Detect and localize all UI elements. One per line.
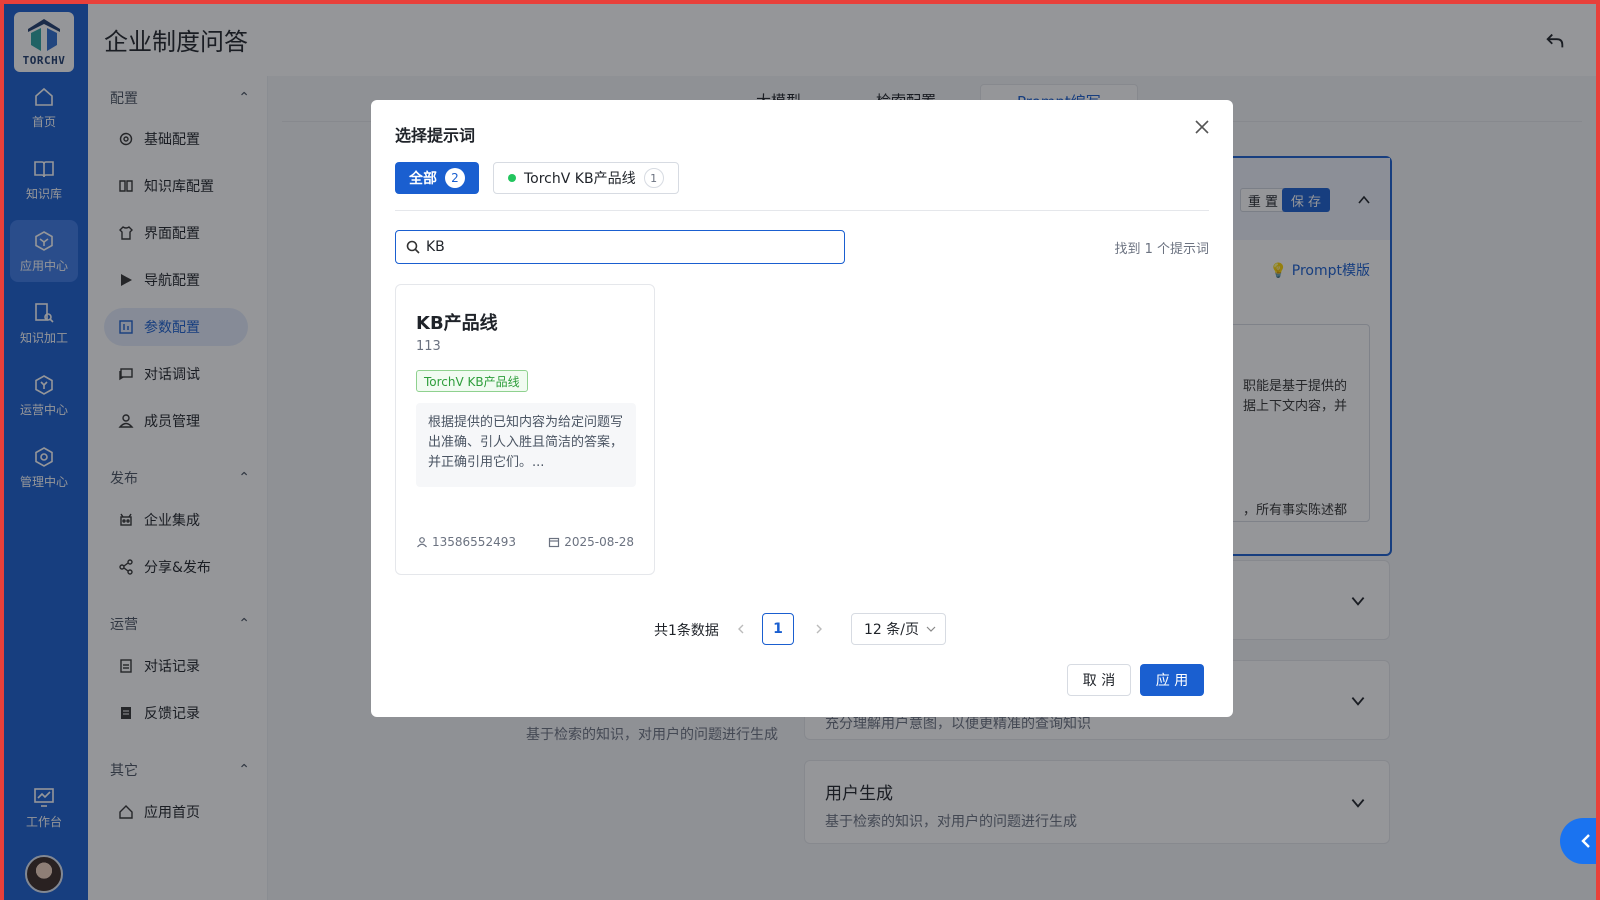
apply-button[interactable]: 应 用 (1140, 664, 1204, 696)
prompt-card[interactable]: KB产品线 113 TorchV KB产品线 根据提供的已知内容为给定问题写出准… (395, 284, 655, 575)
card-tag: TorchV KB产品线 (416, 370, 528, 392)
chevron-right-icon[interactable] (811, 621, 827, 637)
collapse-float-button[interactable] (1560, 818, 1600, 864)
pagination-total: 共1条数据 (654, 623, 719, 639)
cancel-button[interactable]: 取 消 (1067, 664, 1131, 696)
card-author: 13586552493 (416, 535, 516, 549)
page-size-select[interactable]: 12 条/页 (851, 613, 946, 645)
filter-chip-all[interactable]: 全部 2 (395, 162, 479, 194)
divider (395, 210, 1209, 211)
close-icon[interactable] (1193, 118, 1211, 136)
card-date: 2025-08-28 (548, 535, 634, 549)
search-input[interactable] (426, 239, 826, 255)
filter-chip-torchv-kb[interactable]: TorchV KB产品线 1 (493, 162, 679, 194)
chevron-down-icon (926, 626, 936, 632)
search-icon (406, 240, 420, 254)
pagination: 共1条数据 1 12 条/页 (371, 613, 1233, 645)
count-badge: 2 (445, 168, 465, 188)
page-number-current[interactable]: 1 (762, 613, 794, 645)
calendar-icon (549, 537, 560, 548)
user-icon (417, 537, 427, 548)
card-subtitle: 113 (416, 339, 441, 354)
count-badge: 1 (643, 168, 664, 188)
select-prompt-modal: 选择提示词 全部 2 TorchV KB产品线 1 找到 1 个提示词 KB产品… (371, 100, 1233, 717)
result-count: 找到 1 个提示词 (1114, 242, 1209, 257)
chevron-left-icon[interactable] (733, 621, 749, 637)
card-title: KB产品线 (416, 313, 498, 334)
card-description: 根据提供的已知内容为给定问题写出准确、引人入胜且简洁的答案，并正确引用它们。..… (416, 403, 636, 487)
chevron-left-icon (1581, 834, 1590, 848)
status-dot (508, 174, 516, 182)
modal-title: 选择提示词 (395, 126, 476, 145)
search-box[interactable] (395, 230, 845, 264)
